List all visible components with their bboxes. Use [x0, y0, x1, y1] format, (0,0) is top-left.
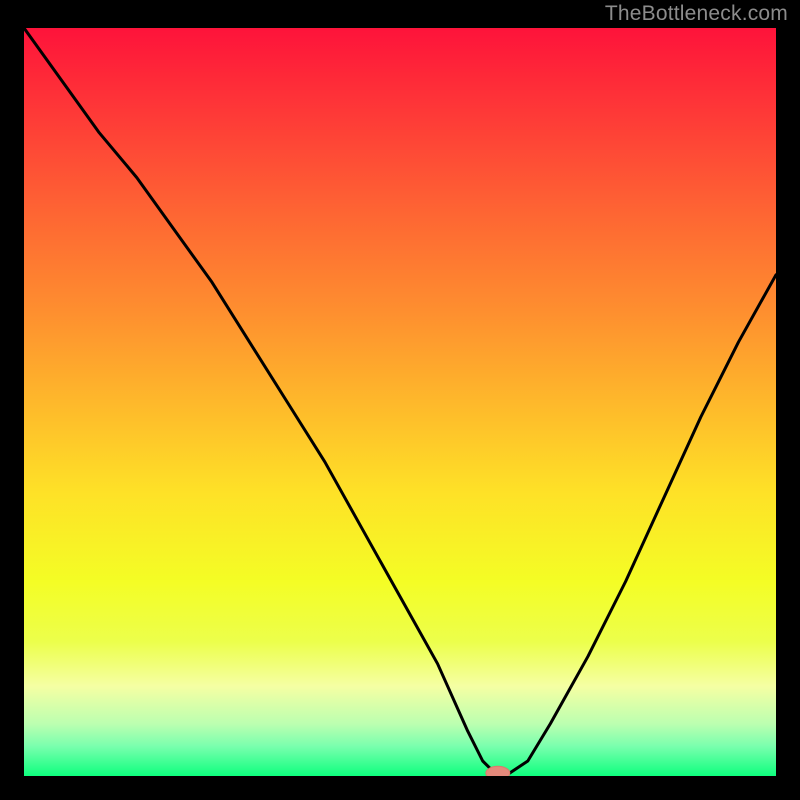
optimal-point-marker	[486, 766, 510, 776]
plot-area	[24, 28, 776, 776]
chart-svg	[24, 28, 776, 776]
gradient-background	[24, 28, 776, 776]
chart-frame: TheBottleneck.com	[0, 0, 800, 800]
watermark-text: TheBottleneck.com	[605, 2, 788, 26]
